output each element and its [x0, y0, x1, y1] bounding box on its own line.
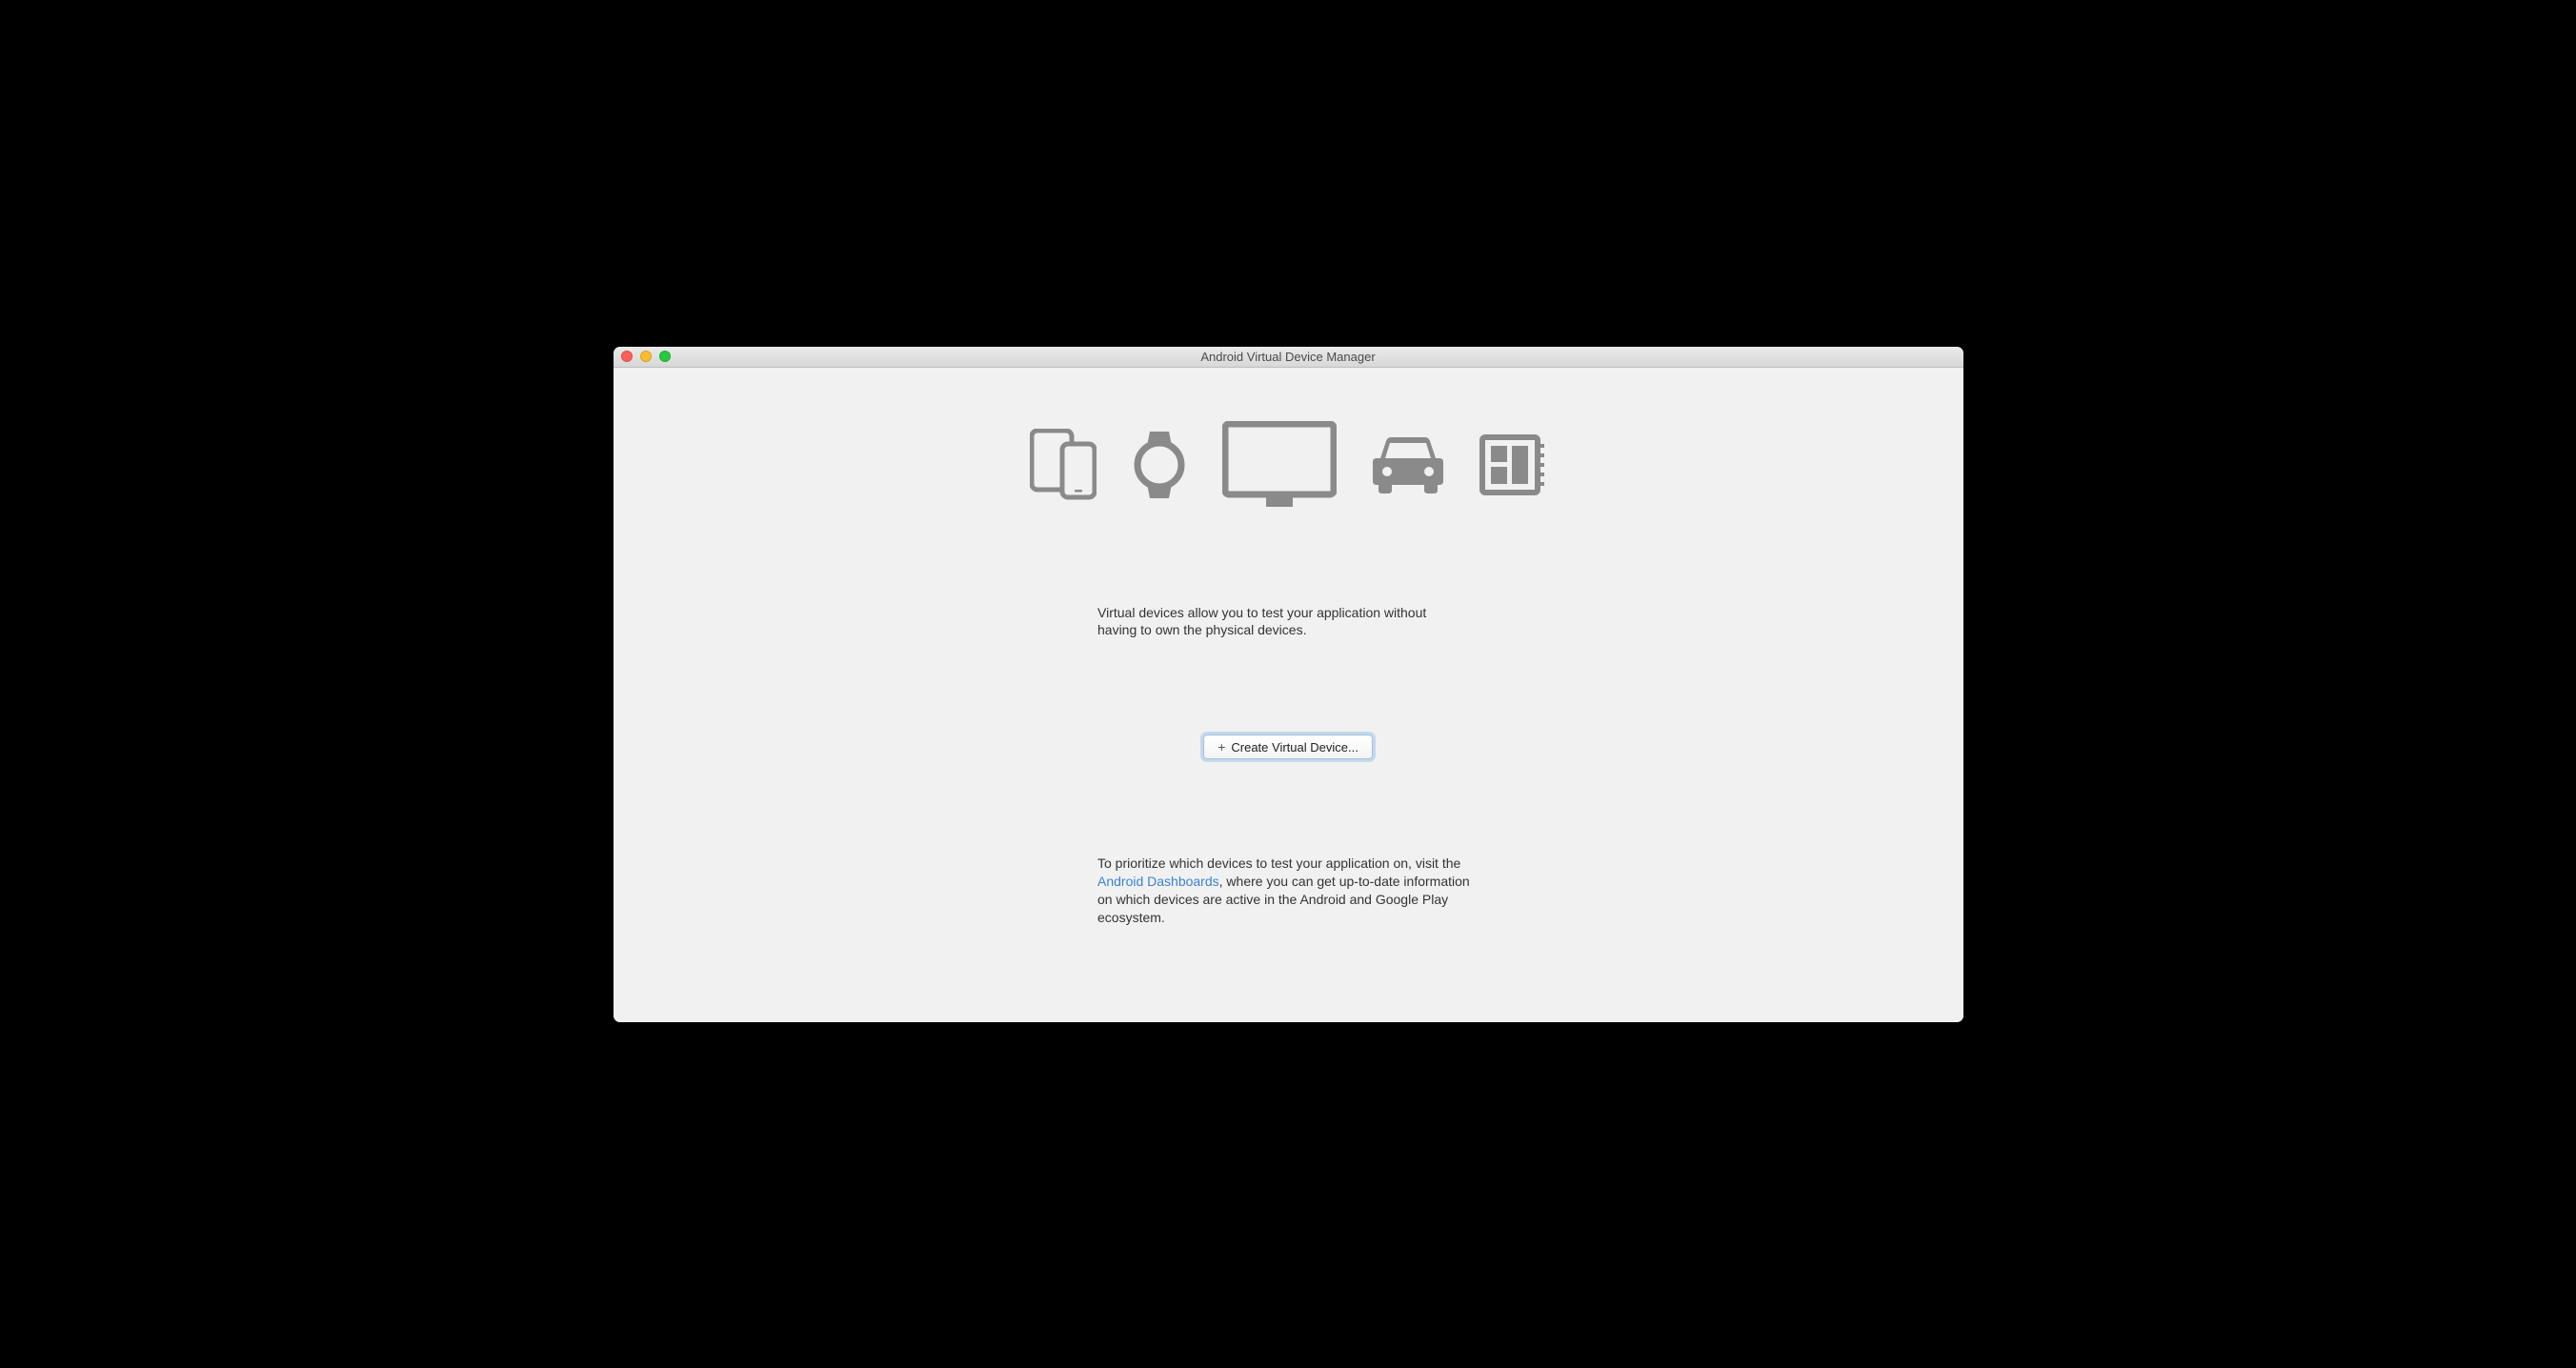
- plus-icon: +: [1218, 739, 1225, 754]
- create-virtual-device-button[interactable]: + Create Virtual Device...: [1203, 734, 1373, 759]
- window-title: Android Virtual Device Manager: [621, 350, 1956, 364]
- minimize-window-button[interactable]: [640, 351, 652, 362]
- traffic-lights: [621, 351, 671, 362]
- intro-text-line2: having to own the physical devices.: [1097, 622, 1306, 637]
- close-window-button[interactable]: [621, 351, 633, 362]
- intro-text: Virtual devices allow you to test your a…: [1097, 604, 1479, 640]
- things-icon: [1479, 434, 1546, 495]
- android-dashboards-link[interactable]: Android Dashboards: [1097, 874, 1219, 889]
- empty-state: Virtual devices allow you to test your a…: [614, 368, 1963, 1022]
- device-type-icons: [1030, 421, 1546, 509]
- tv-icon: [1222, 421, 1337, 509]
- create-button-label: Create Virtual Device...: [1231, 740, 1358, 754]
- avd-manager-window: Android Virtual Device Manager: [614, 347, 1963, 1022]
- help-text: To prioritize which devices to test your…: [1097, 855, 1479, 927]
- automotive-icon: [1371, 435, 1445, 494]
- intro-text-line1: Virtual devices allow you to test your a…: [1097, 605, 1426, 620]
- titlebar: Android Virtual Device Manager: [614, 347, 1963, 368]
- phone-tablet-icon: [1030, 429, 1097, 501]
- zoom-window-button[interactable]: [659, 351, 671, 362]
- wear-icon: [1131, 429, 1188, 501]
- help-text-pre: To prioritize which devices to test your…: [1097, 855, 1460, 871]
